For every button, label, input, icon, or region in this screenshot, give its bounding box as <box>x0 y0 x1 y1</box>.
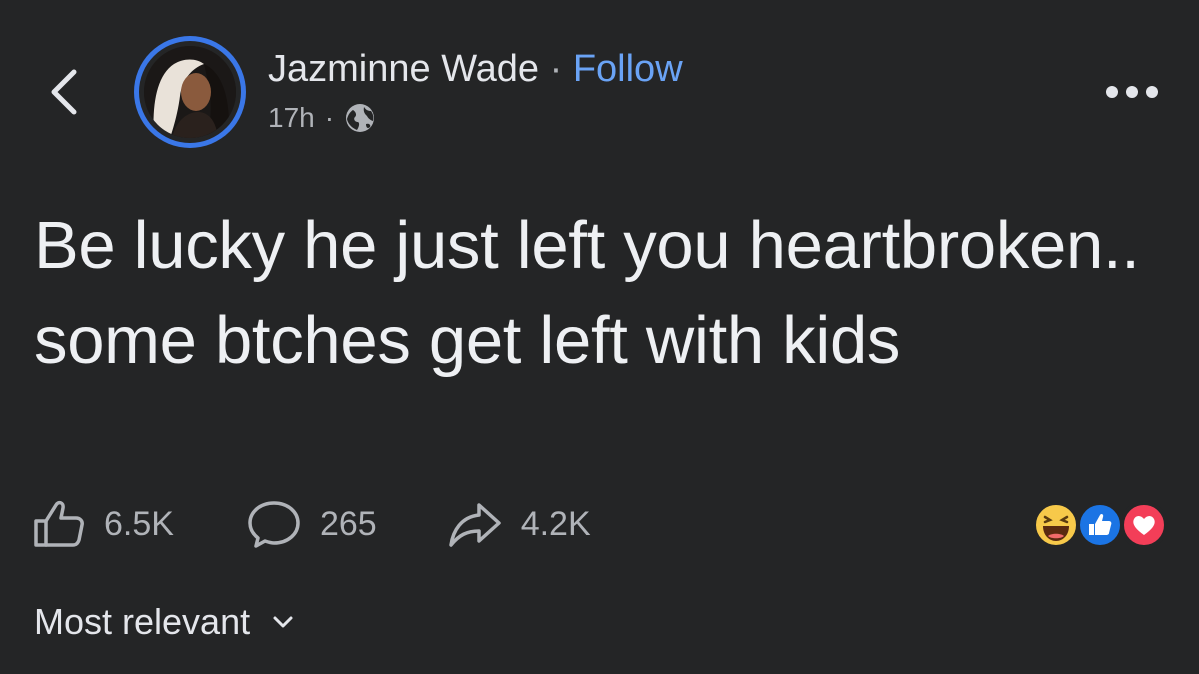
more-horizontal-icon <box>1106 86 1158 98</box>
like-count: 6.5K <box>104 504 174 543</box>
author-name[interactable]: Jazminne Wade <box>268 48 539 90</box>
like-reaction-icon <box>1076 501 1124 549</box>
share-arrow-icon <box>448 503 501 547</box>
globe-icon <box>344 102 376 134</box>
more-options-button[interactable] <box>1098 80 1168 104</box>
separator-dot: · <box>549 48 563 90</box>
comment-bubble-icon <box>248 501 300 548</box>
chevron-down-icon <box>273 616 293 628</box>
post-actions: 6.5K 265 4.2K <box>32 496 591 552</box>
sort-label: Most relevant <box>34 601 251 642</box>
thumbs-up-icon <box>34 500 84 547</box>
post-meta: 17h · <box>268 100 376 136</box>
share-button[interactable]: 4.2K <box>447 499 591 549</box>
like-button[interactable]: 6.5K <box>32 499 174 549</box>
haha-emoji-icon <box>1032 501 1080 549</box>
back-button[interactable] <box>42 62 90 122</box>
share-count: 4.2K <box>520 504 591 543</box>
chevron-left-icon <box>51 69 77 115</box>
comment-button[interactable]: 265 <box>246 499 377 549</box>
post-view: Jazminne Wade · Follow 17h · Be lucky he… <box>0 0 1199 674</box>
post-timestamp[interactable]: 17h <box>268 100 315 136</box>
post-text: Be lucky he just left you heartbroken.. … <box>34 208 1140 378</box>
author-line: Jazminne Wade · Follow <box>268 46 683 92</box>
comment-sort-dropdown[interactable]: Most relevant <box>34 600 294 644</box>
follow-button[interactable]: Follow <box>573 48 683 90</box>
love-reaction-icon <box>1120 501 1168 549</box>
comment-count: 265 <box>319 504 377 543</box>
reactions-summary[interactable] <box>1030 500 1170 550</box>
avatar[interactable] <box>134 36 246 148</box>
meta-dot: · <box>324 102 335 133</box>
profile-photo <box>144 46 236 138</box>
